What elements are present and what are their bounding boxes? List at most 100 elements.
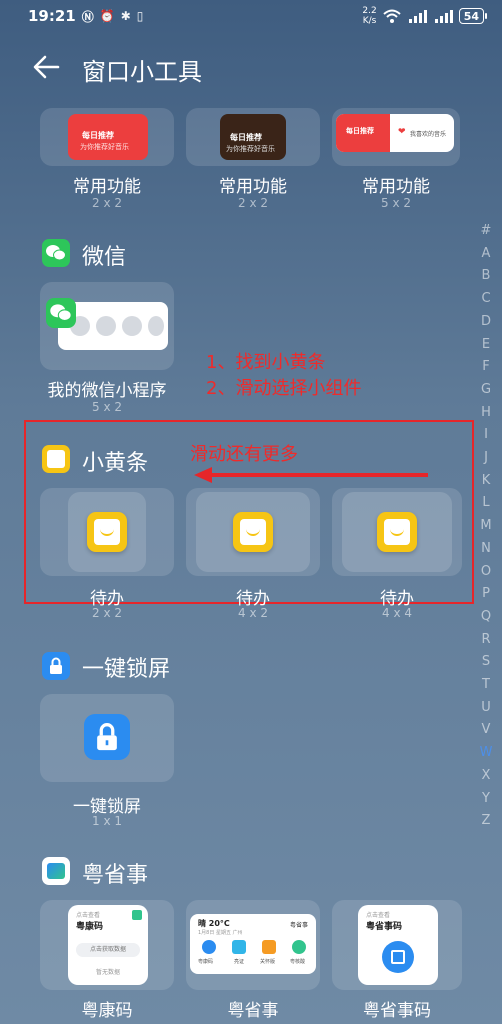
widget-card-todo-4x2[interactable] — [186, 488, 320, 576]
widget-label: 粤省事 — [227, 1001, 279, 1021]
nfc-icon: Ⓝ — [81, 9, 94, 24]
alphabet-index-letter[interactable]: R — [481, 629, 490, 652]
alarm-icon: ⏰ — [99, 9, 115, 23]
card-title: 粤省事码 — [366, 922, 403, 932]
preview-title: 每日推荐 — [230, 133, 262, 142]
widget-size: 5 x 2 — [92, 400, 122, 414]
status-left: 19:21 Ⓝ ⏰ ✱ ▯ — [28, 7, 143, 25]
music-widget-preview: 每日推荐 为你推荐好音乐 — [220, 114, 286, 160]
todo-icon — [87, 512, 127, 552]
alphabet-index-letter[interactable]: G — [481, 379, 491, 402]
widget-card-top-1[interactable]: 每日推荐 为你推荐好音乐 — [40, 108, 174, 166]
alphabet-index-letter[interactable]: I — [484, 424, 488, 447]
battery-level: 54 — [463, 9, 479, 23]
alphabet-index-letter[interactable]: W — [480, 742, 493, 765]
alphabet-index-letter[interactable]: L — [482, 492, 489, 515]
alphabet-index-letter[interactable]: Q — [481, 606, 491, 629]
logo-block — [47, 863, 65, 879]
card-title: 粤康码 — [76, 922, 104, 932]
dot-placeholder — [148, 316, 164, 336]
service-icon — [232, 940, 246, 954]
todo-icon — [233, 512, 273, 552]
preview-sub: 我喜欢的音乐 — [410, 131, 447, 138]
widget-card-top-2[interactable]: 每日推荐 为你推荐好音乐 — [186, 108, 320, 166]
alphabet-index[interactable]: # A B C D E F G H I J K L M N O P Q R S T U V W X Y Z — [478, 220, 494, 833]
widget-size: 5 x 2 — [381, 196, 411, 210]
alphabet-index-letter[interactable]: A — [482, 243, 491, 266]
service-icon — [202, 940, 216, 954]
dot-placeholder — [122, 316, 142, 336]
widget-card-yueshengshima[interactable]: 点击查看 粤省事码 — [332, 900, 462, 990]
battery-indicator: 54 — [458, 8, 488, 24]
alphabet-index-letter[interactable]: V — [482, 719, 491, 742]
service-label: 粤康码 — [198, 959, 214, 965]
heart-icon: ❤ — [398, 127, 406, 137]
alphabet-index-letter[interactable]: X — [482, 765, 491, 788]
service-icon — [262, 940, 276, 954]
widget-card-lock[interactable] — [40, 694, 174, 782]
alphabet-index-letter[interactable]: P — [482, 583, 490, 606]
section-title-xiaohuangtiao: 小黄条 — [82, 451, 149, 476]
alphabet-index-letter[interactable]: S — [482, 651, 490, 674]
speed-value: 2.2 — [362, 6, 377, 16]
widget-card-todo-2x2[interactable] — [40, 488, 174, 576]
bluetooth-icon: ✱ — [120, 9, 131, 23]
preview-title: 每日推荐 — [346, 127, 374, 135]
alphabet-index-letter[interactable]: U — [481, 697, 491, 720]
widget-card-yueshengshi[interactable]: 晴 20°C 1月8日 星期五 广州 粤省事 粤康码 亮证 关怀版 粤核酸 — [186, 900, 320, 990]
back-arrow-icon[interactable] — [30, 50, 64, 84]
signal-4g-icon — [434, 10, 453, 23]
widget-size: 2 x 2 — [238, 196, 268, 210]
wechat-icon — [46, 245, 66, 261]
annotation-step2: 2、滑动选择小组件 — [206, 378, 362, 399]
widget-card-yuekangma[interactable]: 点击查看 粤康码 点击获取数据 暂无数据 — [40, 900, 174, 990]
todo-icon — [377, 512, 417, 552]
alphabet-index-letter[interactable]: N — [481, 538, 491, 561]
vibrate-icon: ▯ — [136, 9, 144, 23]
lock-app-icon — [42, 652, 70, 680]
widget-label: 常用功能 — [362, 177, 430, 197]
card-hint: 点击查看 — [366, 912, 391, 919]
alphabet-index-letter[interactable]: O — [481, 561, 491, 584]
alphabet-index-letter[interactable]: H — [481, 402, 491, 425]
alphabet-index-letter[interactable]: Z — [482, 810, 491, 833]
lock-widget-preview — [84, 714, 130, 760]
speed-unit: K/s — [362, 16, 377, 26]
dot-placeholder — [96, 316, 116, 336]
widget-card-wechat-miniprogram[interactable] — [40, 282, 174, 370]
todo-preview — [342, 492, 452, 572]
widget-card-todo-4x4[interactable] — [332, 488, 462, 576]
wechat-badge-icon — [46, 298, 76, 328]
music-widget-preview: 每日推荐 为你推荐好音乐 — [68, 114, 148, 160]
annotation-step1: 1、找到小黄条 — [206, 352, 326, 373]
widget-card-top-3[interactable]: 每日推荐 ❤ 我喜欢的音乐 — [332, 108, 460, 166]
alphabet-index-letter[interactable]: J — [484, 447, 488, 470]
card-hint: 点击查看 — [76, 912, 101, 919]
alphabet-index-letter[interactable]: Y — [482, 788, 490, 811]
alphabet-index-letter[interactable]: T — [482, 674, 490, 697]
alphabet-index-letter[interactable]: F — [482, 356, 489, 379]
music-widget-preview: 每日推荐 ❤ 我喜欢的音乐 — [336, 114, 454, 152]
preview-sub: 为你推荐好音乐 — [80, 143, 129, 151]
alphabet-index-letter[interactable]: K — [482, 470, 491, 493]
widget-size: 2 x 2 — [92, 606, 122, 620]
status-bar: 19:21 Ⓝ ⏰ ✱ ▯ 2.2 K/s 54 — [0, 0, 502, 32]
note-paper — [47, 450, 65, 468]
alphabet-index-letter[interactable]: # — [481, 220, 492, 243]
alphabet-index-letter[interactable]: E — [482, 334, 490, 357]
widget-label: 粤康码 — [81, 1001, 133, 1021]
section-title-wechat: 微信 — [82, 245, 127, 270]
alphabet-index-letter[interactable]: M — [480, 515, 491, 538]
wifi-icon — [383, 9, 401, 23]
alphabet-index-letter[interactable]: D — [481, 311, 491, 334]
annotation-swipe: 滑动还有更多 — [190, 444, 298, 465]
wechat-app-icon — [42, 239, 70, 267]
alphabet-index-letter[interactable]: B — [482, 265, 491, 288]
alphabet-index-letter[interactable]: C — [481, 288, 490, 311]
status-time: 19:21 — [28, 7, 76, 25]
yueshengshi-app-icon — [42, 857, 70, 885]
widget-size: 2 x 2 — [92, 196, 122, 210]
service-label: 粤核酸 — [290, 959, 306, 965]
widget-label: 我的微信小程序 — [47, 381, 167, 401]
fetch-button: 点击获取数据 — [76, 943, 140, 957]
